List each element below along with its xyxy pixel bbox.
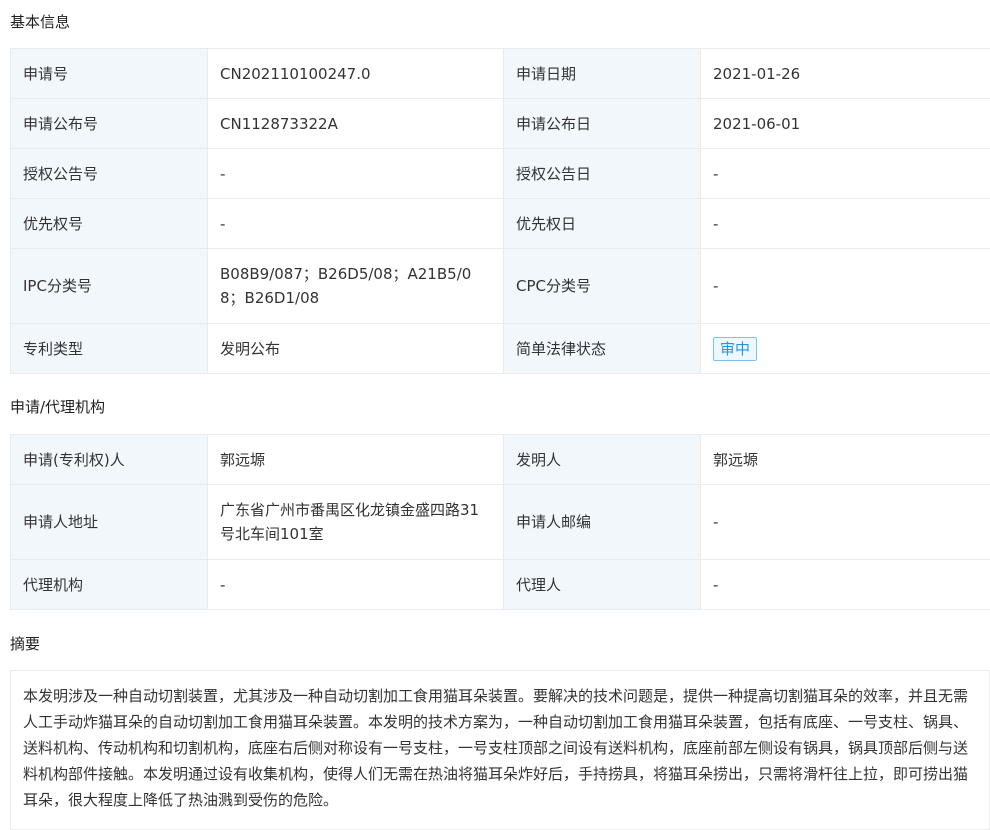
grant-date-value: - — [701, 149, 990, 199]
field-label: 申请人地址 — [11, 485, 208, 560]
field-label: 申请号 — [11, 49, 208, 99]
field-label: 专利类型 — [11, 324, 208, 374]
publication-date-value: 2021-06-01 — [701, 99, 990, 149]
field-label: 授权公告号 — [11, 149, 208, 199]
field-label: 授权公告日 — [504, 149, 701, 199]
table-row: 专利类型 发明公布 简单法律状态 审中 — [11, 324, 990, 374]
inventor-value: 郭远塬 — [701, 435, 990, 485]
applicant-value: 郭远塬 — [208, 435, 504, 485]
field-label: 代理机构 — [11, 560, 208, 610]
status-badge: 审中 — [713, 337, 757, 361]
table-row: 授权公告号 - 授权公告日 - — [11, 149, 990, 199]
field-label: 优先权日 — [504, 199, 701, 249]
section-title-abstract: 摘要 — [10, 634, 40, 654]
patent-type-value: 发明公布 — [208, 324, 504, 374]
application-number-value: CN202110100247.0 — [208, 49, 504, 99]
field-label: 申请人邮编 — [504, 485, 701, 560]
priority-date-value: - — [701, 199, 990, 249]
field-label: 优先权号 — [11, 199, 208, 249]
section-title-agency: 申请/代理机构 — [10, 397, 105, 417]
table-row: 申请公布号 CN112873322A 申请公布日 2021-06-01 — [11, 99, 990, 149]
table-row: 申请人地址 广东省广州市番禺区化龙镇金盛四路31号北车间101室 申请人邮编 - — [11, 485, 990, 560]
table-row: 申请号 CN202110100247.0 申请日期 2021-01-26 — [11, 49, 990, 99]
application-date-value: 2021-01-26 — [701, 49, 990, 99]
cpc-class-value: - — [701, 249, 990, 324]
field-label: 发明人 — [504, 435, 701, 485]
basic-info-table: 申请号 CN202110100247.0 申请日期 2021-01-26 申请公… — [10, 48, 990, 374]
agency-value: - — [208, 560, 504, 610]
field-label: 代理人 — [504, 560, 701, 610]
field-label: 申请日期 — [504, 49, 701, 99]
grant-number-value: - — [208, 149, 504, 199]
agent-value: - — [701, 560, 990, 610]
applicant-address-value: 广东省广州市番禺区化龙镇金盛四路31号北车间101室 — [208, 485, 504, 560]
table-row: 代理机构 - 代理人 - — [11, 560, 990, 610]
section-title-basic-info: 基本信息 — [10, 12, 70, 32]
abstract-text: 本发明涉及一种自动切割装置，尤其涉及一种自动切割加工食用猫耳朵装置。要解决的技术… — [10, 670, 990, 830]
field-label: IPC分类号 — [11, 249, 208, 324]
legal-status-cell: 审中 — [701, 324, 990, 374]
field-label: CPC分类号 — [504, 249, 701, 324]
agency-table: 申请(专利权)人 郭远塬 发明人 郭远塬 申请人地址 广东省广州市番禺区化龙镇金… — [10, 434, 990, 610]
table-row: IPC分类号 B08B9/087；B26D5/08；A21B5/08；B26D1… — [11, 249, 990, 324]
table-row: 申请(专利权)人 郭远塬 发明人 郭远塬 — [11, 435, 990, 485]
ipc-class-value: B08B9/087；B26D5/08；A21B5/08；B26D1/08 — [208, 249, 504, 324]
field-label: 申请(专利权)人 — [11, 435, 208, 485]
postal-code-value: - — [701, 485, 990, 560]
field-label: 申请公布号 — [11, 99, 208, 149]
field-label: 简单法律状态 — [504, 324, 701, 374]
publication-number-value: CN112873322A — [208, 99, 504, 149]
priority-number-value: - — [208, 199, 504, 249]
table-row: 优先权号 - 优先权日 - — [11, 199, 990, 249]
field-label: 申请公布日 — [504, 99, 701, 149]
